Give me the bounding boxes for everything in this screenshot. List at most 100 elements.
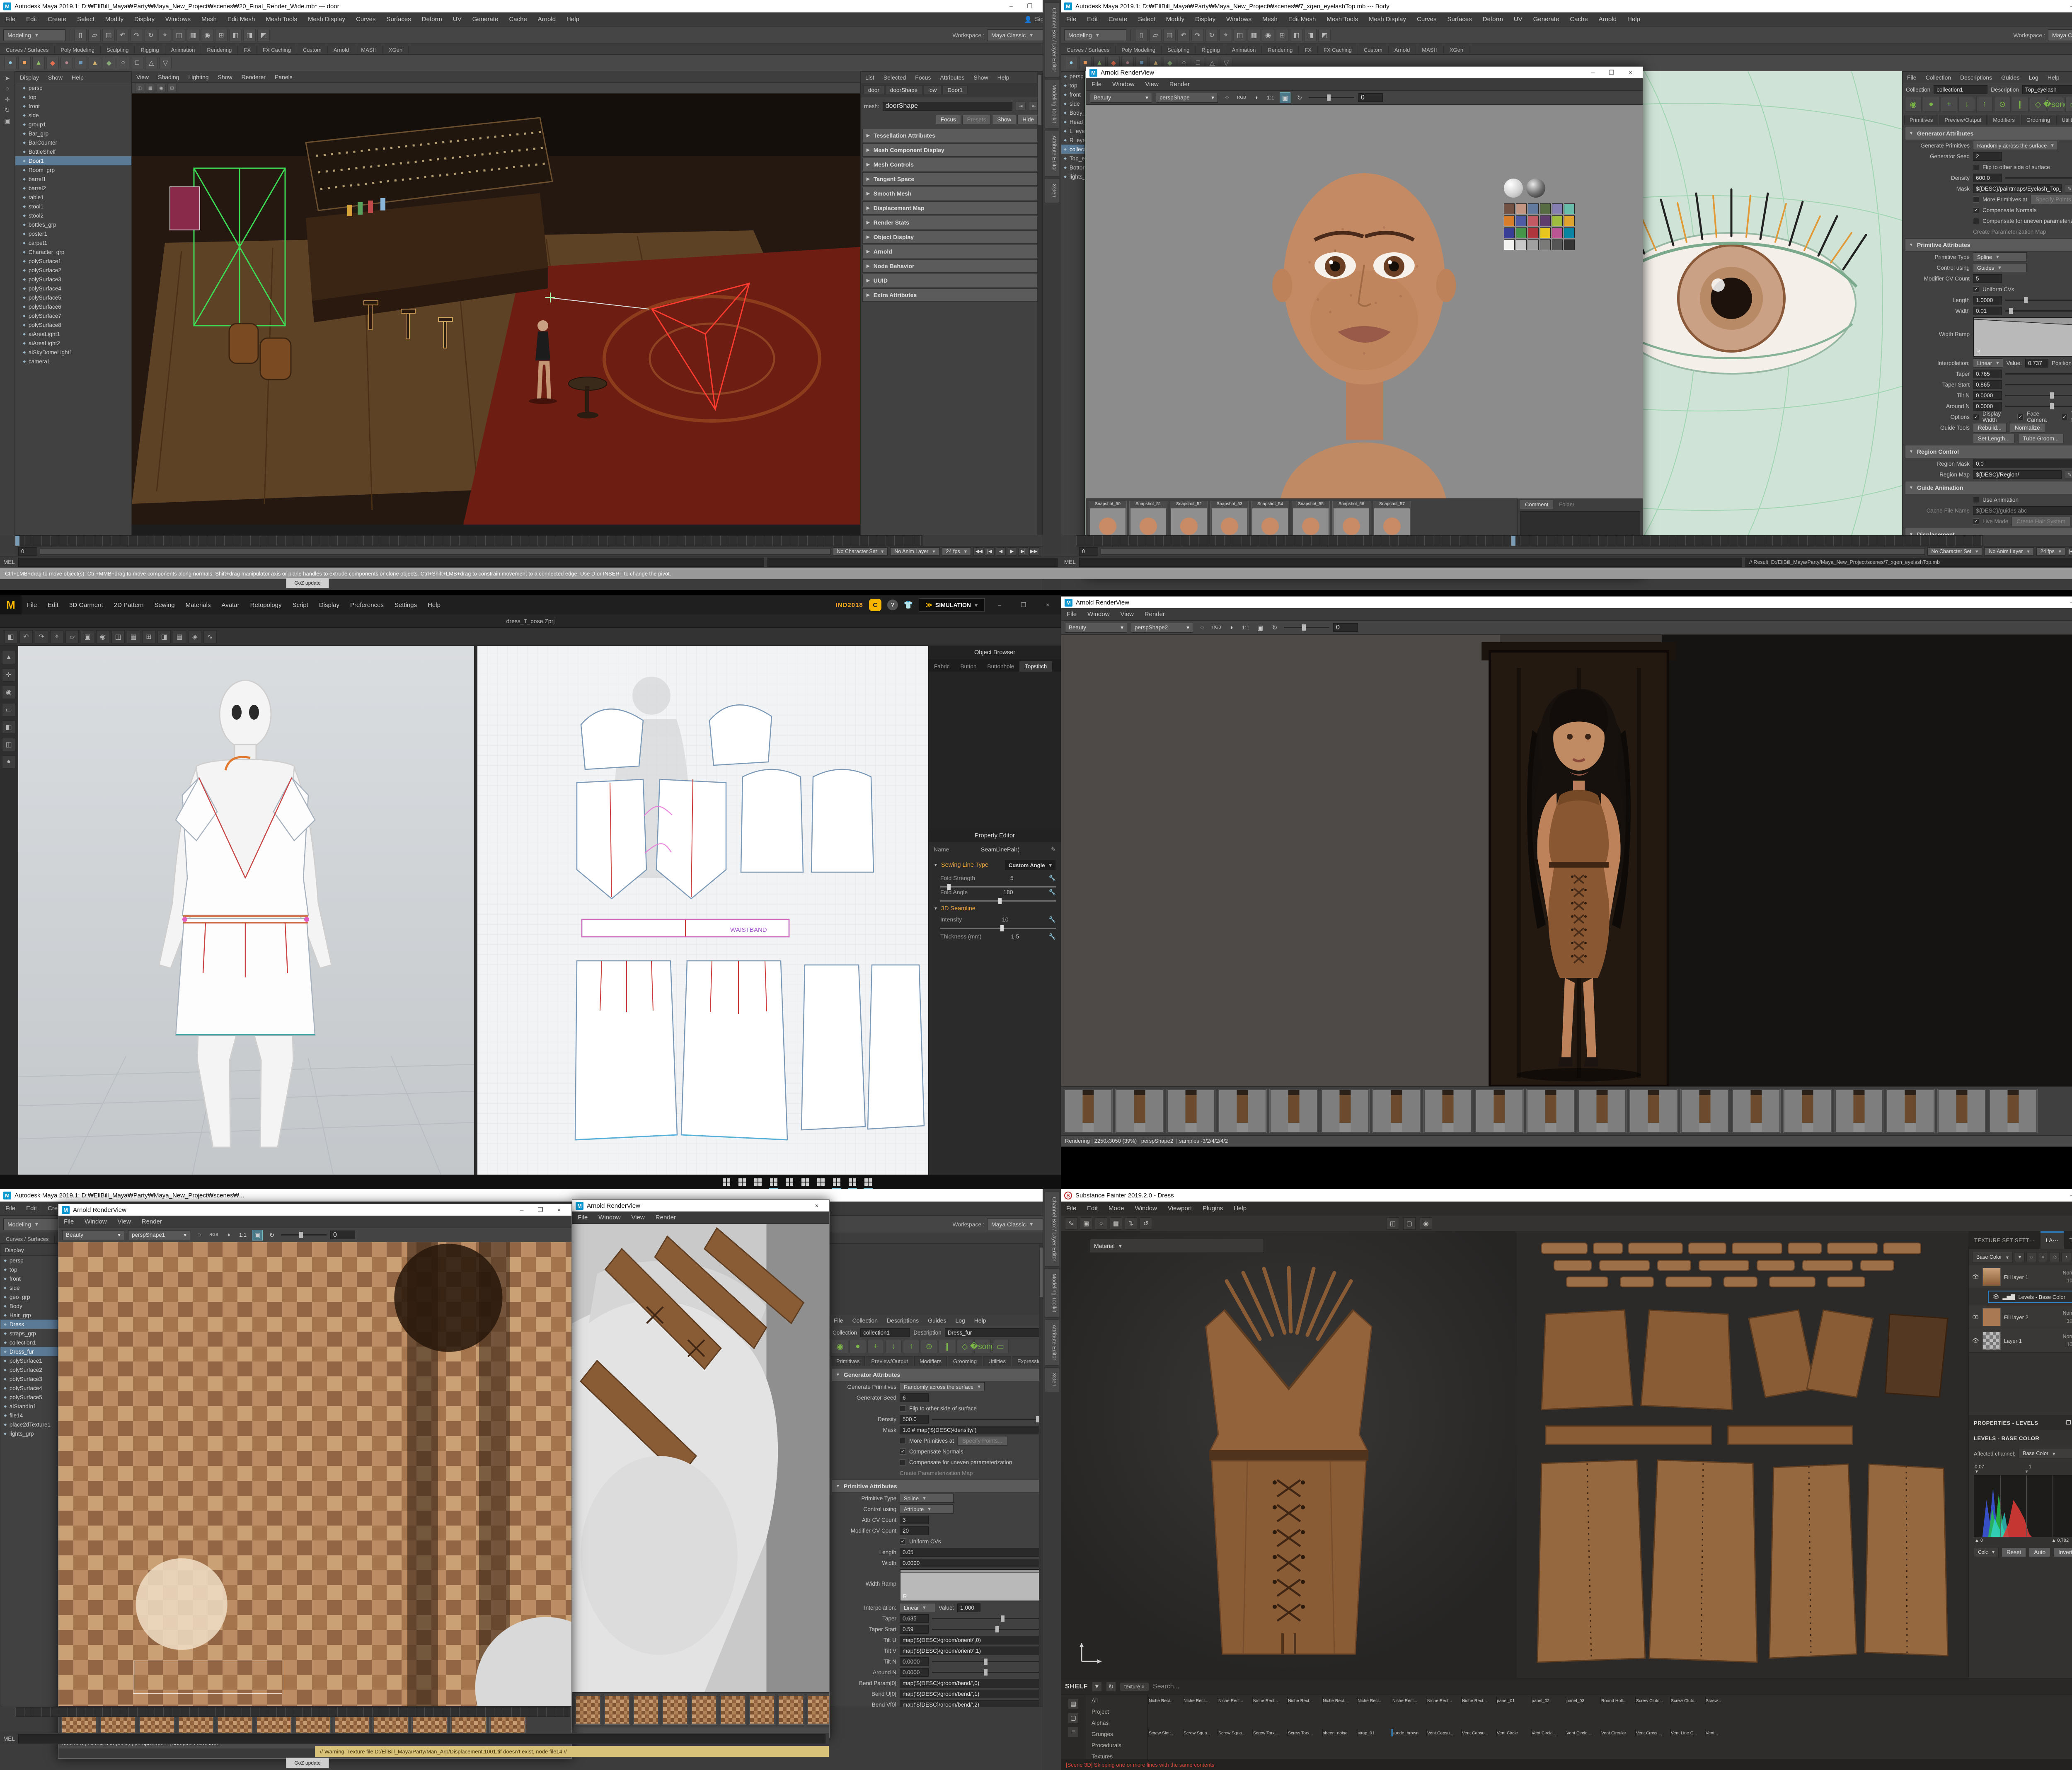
shelf-icon[interactable]: ◆ bbox=[46, 57, 59, 69]
object-browser-tab[interactable]: Button bbox=[955, 661, 982, 672]
toolbar-icon[interactable]: ▯ bbox=[1135, 29, 1147, 41]
xgen-menu[interactable]: Log bbox=[951, 1317, 969, 1324]
shelf-tab[interactable]: XGen bbox=[383, 46, 409, 54]
shelf-tab[interactable]: Sculpting bbox=[101, 46, 135, 54]
menu-item[interactable]: Plugins bbox=[1197, 1205, 1228, 1212]
xgen-tool-icon[interactable]: ↓ bbox=[1958, 97, 1975, 112]
rgb-channels-icon[interactable]: RGB bbox=[208, 1230, 219, 1240]
toolbar-icon[interactable]: ↷ bbox=[131, 29, 143, 41]
menu-item[interactable]: Curves bbox=[1411, 16, 1442, 23]
density-slider[interactable] bbox=[932, 1419, 1040, 1420]
layer-name[interactable]: Fill layer 1 bbox=[2004, 1274, 2028, 1280]
layer-name[interactable]: Layer 1 bbox=[2004, 1338, 2022, 1344]
crop-marquee[interactable] bbox=[133, 1661, 282, 1694]
use-animation-checkbox[interactable] bbox=[1973, 497, 1979, 503]
select-tool-icon[interactable]: ➤ bbox=[1, 75, 13, 82]
name-value[interactable]: SeamLinePair( bbox=[981, 846, 1019, 853]
menu-item[interactable]: Display bbox=[129, 16, 160, 23]
outliner-item[interactable]: side bbox=[0, 1283, 58, 1292]
rv-render-image[interactable] bbox=[572, 1224, 829, 1692]
uniform-cvs-checkbox[interactable] bbox=[900, 1538, 906, 1545]
character-set-dropdown[interactable]: No Character Set bbox=[1927, 547, 1982, 556]
taper-field[interactable]: 0.635 bbox=[900, 1614, 929, 1623]
outliner-item[interactable]: persp bbox=[15, 83, 131, 92]
tilt-n-slider[interactable] bbox=[2005, 395, 2072, 396]
md-left-icon[interactable]: ● bbox=[2, 755, 15, 769]
exposure-field[interactable]: 0 bbox=[1358, 93, 1383, 102]
snapshot-thumbnail[interactable] bbox=[1989, 1089, 2038, 1133]
rv-menu[interactable]: Render bbox=[1139, 611, 1170, 618]
outliner-item[interactable]: Head_geo bbox=[1061, 117, 1084, 126]
outliner-item[interactable]: front bbox=[0, 1274, 58, 1283]
outliner-item[interactable]: side bbox=[15, 111, 131, 120]
shelf-tab[interactable]: FX Caching bbox=[257, 46, 297, 54]
snapshot-thumbnail[interactable] bbox=[1783, 1089, 1832, 1133]
menu-item[interactable]: Edit bbox=[21, 1205, 42, 1212]
toolbar-icon[interactable]: ⊞ bbox=[215, 29, 228, 41]
sp-tool-icon[interactable]: ✎ bbox=[1065, 1217, 1077, 1230]
description-field[interactable]: Dress_fur bbox=[945, 1328, 1041, 1337]
menu-item[interactable]: Cache bbox=[503, 16, 532, 23]
tilt-n-field[interactable]: 0.0000 bbox=[900, 1657, 929, 1666]
aov-dropdown[interactable]: Beauty bbox=[1090, 93, 1152, 103]
compensate-uneven-checkbox[interactable] bbox=[1973, 218, 1979, 224]
section-guide-animation[interactable]: Guide Animation bbox=[1905, 481, 2072, 494]
anim-layer-dropdown[interactable]: No Anim Layer bbox=[1985, 547, 2033, 556]
shelf-tab[interactable]: Sculpting bbox=[1162, 46, 1196, 54]
dock-tab[interactable]: TEXTURE SET SETT··· bbox=[1969, 1231, 2041, 1249]
maximize-button[interactable]: ❐ bbox=[1021, 1, 1039, 12]
length-field[interactable]: 0.05 bbox=[900, 1548, 1040, 1557]
layer-row[interactable]: 👁 Fill layer 2 Norm ⌄100 ⌄ bbox=[1969, 1306, 2072, 1329]
play-back-button[interactable]: ◀ bbox=[996, 547, 1006, 556]
levels-mid-handle[interactable]: ▼ bbox=[2025, 1470, 2029, 1474]
toolbar-icon[interactable]: ▯ bbox=[74, 29, 87, 41]
taskbar-icon[interactable] bbox=[768, 1177, 779, 1187]
modifier-cv-field[interactable]: 5 bbox=[1973, 274, 2002, 283]
fps-dropdown[interactable]: 24 fps bbox=[2036, 547, 2065, 556]
region-map-field[interactable]: ${DESC}/Region/ bbox=[1973, 470, 2062, 479]
md-menu[interactable]: Avatar bbox=[216, 602, 245, 609]
shelf-category[interactable]: Project bbox=[1086, 1706, 1147, 1717]
shelf-asset[interactable]: Niche Rect... bbox=[1322, 1697, 1354, 1704]
snapshot-thumbnail[interactable] bbox=[1680, 1089, 1729, 1133]
outliner-item[interactable]: Dress_fur bbox=[0, 1347, 58, 1356]
zoom-1to1[interactable]: 1:1 bbox=[1240, 622, 1251, 633]
ae-section[interactable]: Tangent Space bbox=[862, 172, 1041, 186]
shelf-nav-icon[interactable]: ▤ bbox=[1068, 1698, 1079, 1709]
display-width-checkbox[interactable] bbox=[1973, 414, 1979, 420]
mel-label[interactable]: MEL bbox=[3, 559, 15, 565]
object-browser-tab[interactable]: Buttonhole bbox=[982, 661, 1020, 672]
outliner-item[interactable]: geo_grp bbox=[0, 1292, 58, 1301]
snapshot-thumbnail[interactable] bbox=[1835, 1089, 1883, 1133]
xgen-tool-icon[interactable]: ● bbox=[850, 1340, 866, 1353]
filter-icon[interactable]: ▼ bbox=[1092, 1682, 1102, 1692]
object-browser-header[interactable]: Object Browser bbox=[929, 646, 1061, 659]
shelf-icon[interactable]: □ bbox=[131, 57, 143, 69]
width-field[interactable]: 0.0090 bbox=[900, 1559, 1040, 1567]
shelf-asset[interactable]: panel_01 bbox=[1496, 1697, 1528, 1704]
xgen-tool-icon[interactable]: ▭ bbox=[992, 1340, 1009, 1353]
intensity-value[interactable]: 10 bbox=[1002, 916, 1009, 923]
render-region-icon[interactable]: ◌ bbox=[1197, 622, 1208, 633]
snapshot-thumbnail[interactable] bbox=[720, 1695, 746, 1725]
xgen-menu[interactable]: Guides bbox=[1997, 74, 2024, 81]
menu-item[interactable]: Create bbox=[1103, 16, 1133, 23]
menu-item[interactable]: Deform bbox=[416, 16, 448, 23]
dock-tab[interactable]: TEXTURE SET··· bbox=[2064, 1231, 2072, 1249]
toolbar-icon[interactable]: ▦ bbox=[187, 29, 199, 41]
menu-item[interactable]: Edit bbox=[21, 16, 42, 23]
toolbar-icon[interactable]: ▱ bbox=[1149, 29, 1162, 41]
viewport-menu[interactable]: Shading bbox=[153, 74, 184, 80]
go-to-end-button[interactable]: ▶▶| bbox=[1029, 547, 1039, 556]
compensate-normals-checkbox[interactable] bbox=[900, 1448, 906, 1455]
viewport-icon[interactable]: ▦ bbox=[146, 84, 155, 92]
exposure-field[interactable]: 0 bbox=[1333, 623, 1358, 632]
length-field[interactable]: 1.0000 bbox=[1973, 296, 2002, 305]
menu-item[interactable]: Arnold bbox=[533, 16, 561, 23]
shelf-asset[interactable]: Vent Line C... bbox=[1670, 1729, 1702, 1736]
xgen-tab[interactable]: Preview/Output bbox=[1939, 115, 1987, 125]
goz-dialog[interactable]: GoZ update bbox=[286, 578, 329, 588]
snapshot-thumbnail[interactable] bbox=[1064, 1089, 1113, 1133]
layer-effect-levels[interactable]: 👁 ▂▅▇ Levels - Base Color × bbox=[1988, 1291, 2072, 1303]
md-left-icon[interactable]: ✛ bbox=[2, 668, 15, 682]
